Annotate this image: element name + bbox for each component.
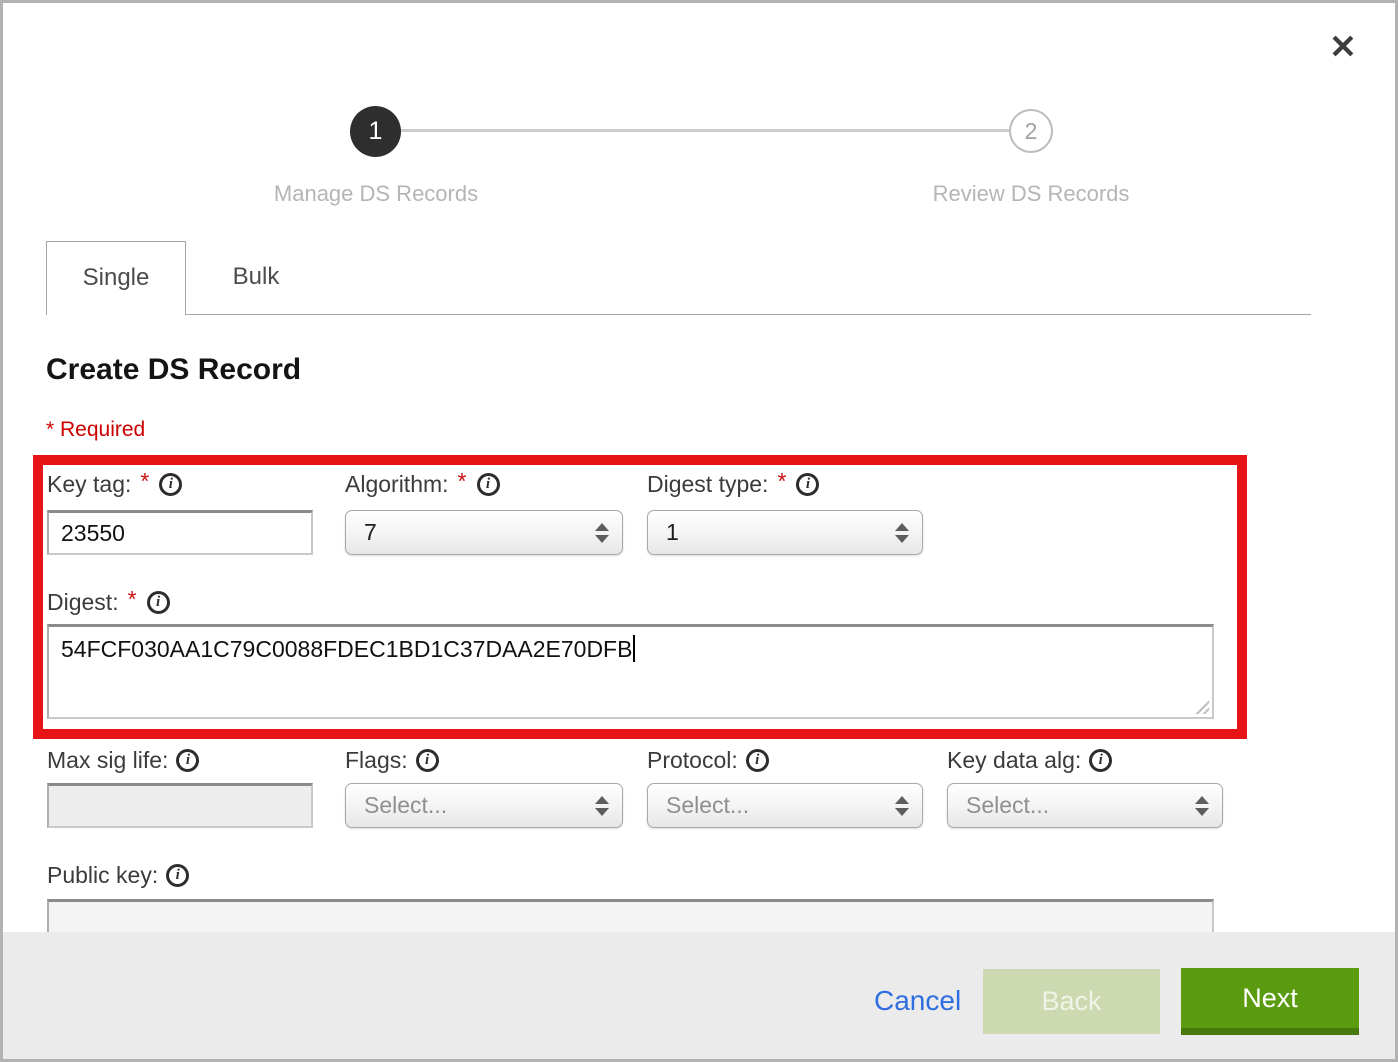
digest-type-select-value: 1 — [666, 519, 679, 546]
info-icon[interactable]: i — [796, 473, 819, 496]
algorithm-select-value: 7 — [364, 519, 377, 546]
algorithm-label: Algorithm: * i — [345, 470, 500, 498]
create-ds-record-modal: ✕ 1 2 Manage DS Records Review DS Record… — [0, 0, 1398, 1062]
digest-textarea[interactable]: 54FCF030AA1C79C0088FDEC1BD1C37DAA2E70DFB — [47, 624, 1214, 719]
digest-type-label: Digest type: * i — [647, 470, 819, 498]
digest-type-select[interactable]: 1 — [647, 510, 923, 555]
page-title: Create DS Record — [46, 353, 301, 387]
digest-label: Digest: * i — [47, 588, 170, 616]
stepper-step-1-circle: 1 — [350, 106, 401, 157]
info-icon[interactable]: i — [1089, 749, 1112, 772]
digest-label-text: Digest: — [47, 589, 119, 616]
digest-textarea-value: 54FCF030AA1C79C0088FDEC1BD1C37DAA2E70DFB — [61, 636, 632, 662]
select-arrows-icon — [895, 796, 909, 816]
required-note: * Required — [46, 418, 145, 442]
required-asterisk: * — [777, 468, 786, 495]
max-sig-life-label: Max sig life: i — [47, 746, 199, 774]
stepper-step-2-label: Review DS Records — [871, 181, 1191, 207]
key-tag-label-text: Key tag: — [47, 471, 131, 498]
stepper-connector-line — [401, 129, 1009, 132]
flags-label: Flags: i — [345, 746, 439, 774]
key-data-alg-select[interactable]: Select... — [947, 783, 1223, 828]
modal-footer: Cancel Back Next — [3, 932, 1395, 1059]
key-tag-input[interactable] — [47, 510, 313, 555]
key-data-alg-select-value: Select... — [966, 792, 1049, 819]
required-asterisk: * — [140, 468, 149, 495]
select-arrows-icon — [595, 796, 609, 816]
protocol-label: Protocol: i — [647, 746, 769, 774]
info-icon[interactable]: i — [477, 473, 500, 496]
next-button[interactable]: Next — [1181, 968, 1359, 1035]
protocol-select[interactable]: Select... — [647, 783, 923, 828]
max-sig-life-input[interactable] — [47, 783, 313, 828]
flags-label-text: Flags: — [345, 747, 408, 774]
key-data-alg-label-text: Key data alg: — [947, 747, 1081, 774]
protocol-select-value: Select... — [666, 792, 749, 819]
text-cursor — [633, 635, 635, 662]
tabs-underline — [46, 314, 1311, 315]
required-asterisk: * — [128, 586, 137, 613]
key-tag-label: Key tag: * i — [47, 470, 182, 498]
key-data-alg-label: Key data alg: i — [947, 746, 1112, 774]
digest-type-label-text: Digest type: — [647, 471, 768, 498]
tab-single[interactable]: Single — [46, 241, 186, 315]
required-asterisk: * — [458, 468, 467, 495]
close-icon[interactable]: ✕ — [1321, 25, 1365, 69]
public-key-label: Public key: i — [47, 861, 189, 889]
info-icon[interactable]: i — [166, 864, 189, 887]
algorithm-label-text: Algorithm: — [345, 471, 449, 498]
select-arrows-icon — [895, 523, 909, 543]
public-key-label-text: Public key: — [47, 862, 158, 889]
back-button[interactable]: Back — [983, 969, 1160, 1034]
flags-select-value: Select... — [364, 792, 447, 819]
info-icon[interactable]: i — [147, 591, 170, 614]
flags-select[interactable]: Select... — [345, 783, 623, 828]
resize-grip-icon[interactable] — [1193, 698, 1209, 714]
tab-bulk[interactable]: Bulk — [186, 241, 326, 315]
info-icon[interactable]: i — [159, 473, 182, 496]
protocol-label-text: Protocol: — [647, 747, 738, 774]
cancel-button[interactable]: Cancel — [874, 985, 961, 1017]
info-icon[interactable]: i — [746, 749, 769, 772]
select-arrows-icon — [595, 523, 609, 543]
stepper-step-1-label: Manage DS Records — [216, 181, 536, 207]
max-sig-life-label-text: Max sig life: — [47, 747, 168, 774]
algorithm-select[interactable]: 7 — [345, 510, 623, 555]
select-arrows-icon — [1195, 796, 1209, 816]
info-icon[interactable]: i — [416, 749, 439, 772]
info-icon[interactable]: i — [176, 749, 199, 772]
stepper-step-2-circle: 2 — [1009, 109, 1053, 153]
